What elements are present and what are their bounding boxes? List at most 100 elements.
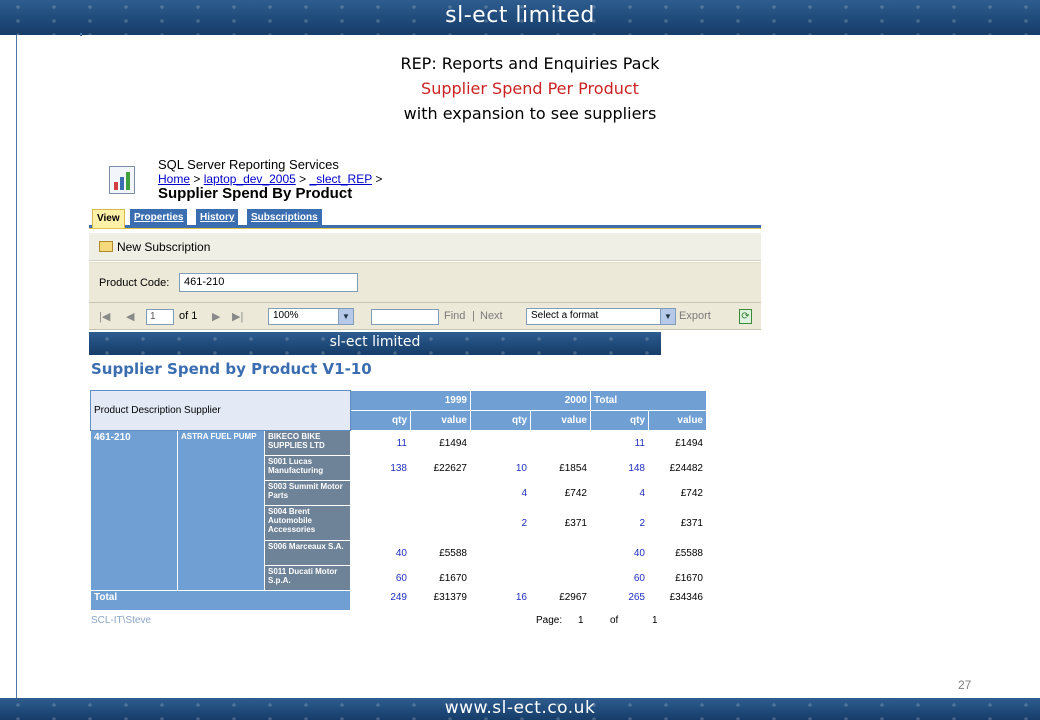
supplier-cell: S011 Ducati Motor S.p.A.: [264, 565, 351, 591]
breadcrumb-folder[interactable]: _slect_REP: [310, 172, 372, 186]
report-name: Supplier Spend By Product: [158, 185, 353, 202]
breadcrumb-sep: >: [193, 172, 201, 186]
value-2000-cell: [530, 565, 591, 591]
find-separator: |: [472, 310, 475, 322]
qty-1999-cell: 40: [350, 540, 411, 566]
value-total-cell: £5588: [648, 540, 707, 566]
total-value-1999: £31379: [410, 590, 471, 611]
slide-page-number: 27: [958, 678, 972, 692]
total-value-total: £34346: [648, 590, 707, 611]
total-value-2000: £2967: [530, 590, 591, 611]
next-page-icon[interactable]: ▶: [212, 310, 220, 323]
col-value: value: [410, 410, 471, 431]
product-code-input[interactable]: 461-210: [179, 273, 358, 292]
report-title: Supplier Spend by Product V1-10: [91, 360, 372, 378]
value-2000-cell: £1854: [530, 455, 591, 481]
zoom-select[interactable]: 100% ▼: [268, 308, 354, 325]
first-page-icon[interactable]: |◀: [99, 310, 110, 323]
breadcrumb: Home > laptop_dev_2005 > _slect_REP >: [158, 172, 382, 186]
parameters-panel: Product Code: 461-210: [89, 262, 761, 302]
header-product-description: Product Description Supplier: [90, 390, 351, 431]
col-qty: qty: [350, 410, 411, 431]
supplier-cell: S001 Lucas Manufacturing: [264, 455, 351, 481]
bottom-banner-text: www.sl-ect.co.uk: [444, 698, 596, 718]
footer-page-label: Page:: [536, 615, 563, 626]
tab-view[interactable]: View: [92, 209, 125, 229]
chevron-down-icon[interactable]: ▼: [660, 309, 675, 324]
tab-properties[interactable]: Properties: [130, 209, 188, 227]
product-code-cell[interactable]: 461-210: [90, 430, 178, 591]
qty-2000-cell: 4: [470, 480, 531, 506]
value-1999-cell: £22627: [410, 455, 471, 481]
qty-total-cell: 4: [590, 480, 649, 506]
qty-1999-cell: [350, 480, 411, 506]
qty-total-cell: 2: [590, 505, 649, 541]
page-count: of 1: [179, 310, 198, 322]
supplier-cell: S004 Brent Automobile Accessories: [264, 505, 351, 541]
breadcrumb-sep: >: [375, 172, 383, 186]
breadcrumb-sep: >: [299, 172, 307, 186]
qty-total-cell: 60: [590, 565, 649, 591]
total-label: Total: [90, 590, 351, 611]
zoom-value: 100%: [273, 310, 299, 321]
qty-2000-cell: 2: [470, 505, 531, 541]
page-number-input[interactable]: 1: [146, 309, 174, 325]
top-banner-text: sl-ect limited: [445, 3, 595, 28]
table-row: 461-210 ASTRA FUEL PUMP BIKECO BIKE SUPP…: [90, 430, 707, 591]
left-tick: [80, 33, 82, 36]
prev-page-icon[interactable]: ◀: [126, 310, 134, 323]
bottom-banner: www.sl-ect.co.uk: [0, 698, 1040, 720]
value-1999-cell: £1670: [410, 565, 471, 591]
slide-title: REP: Reports and Enquiries Pack: [400, 54, 660, 73]
col-qty: qty: [470, 410, 531, 431]
value-total-cell: £24482: [648, 455, 707, 481]
find-input[interactable]: [371, 309, 439, 325]
header-year-2000: 2000: [470, 390, 591, 411]
report-toolbar: |◀ ◀ 1 of 1 ▶ ▶| 100% ▼ Find | Next Sele…: [89, 302, 761, 330]
breadcrumb-server[interactable]: laptop_dev_2005: [204, 172, 296, 186]
value-1999-cell: [410, 505, 471, 541]
value-total-cell: £1494: [648, 430, 707, 456]
value-total-cell: £1670: [648, 565, 707, 591]
top-banner: sl-ect limited: [0, 0, 1040, 35]
new-subscription-icon[interactable]: [99, 241, 113, 252]
col-qty: qty: [590, 410, 649, 431]
qty-1999-cell: 11: [350, 430, 411, 456]
next-link[interactable]: Next: [480, 310, 503, 322]
qty-2000-cell: 10: [470, 455, 531, 481]
refresh-icon[interactable]: ⟳: [739, 309, 752, 324]
value-1999-cell: £1494: [410, 430, 471, 456]
product-code-label: Product Code:: [99, 277, 170, 289]
footer-page-count: 1: [652, 615, 658, 626]
qty-2000-cell: [470, 565, 531, 591]
footer-of-label: of: [610, 615, 619, 626]
app-name: SQL Server Reporting Services: [158, 157, 339, 172]
export-format-select[interactable]: Select a format ▼: [526, 308, 676, 325]
header-year-1999: 1999: [350, 390, 471, 411]
left-divider: [16, 35, 17, 698]
chevron-down-icon[interactable]: ▼: [338, 309, 353, 324]
export-format-value: Select a format: [531, 310, 599, 321]
qty-total-cell: 148: [590, 455, 649, 481]
new-subscription-link[interactable]: New Subscription: [117, 240, 210, 254]
supplier-cell: S006 Marceaux S.A.: [264, 540, 351, 566]
value-2000-cell: £371: [530, 505, 591, 541]
value-2000-cell: [530, 540, 591, 566]
tab-history[interactable]: History: [196, 209, 239, 227]
slide-subtitle-2: with expansion to see suppliers: [403, 104, 657, 123]
last-page-icon[interactable]: ▶|: [232, 310, 243, 323]
qty-2000-cell: [470, 540, 531, 566]
value-total-cell: £371: [648, 505, 707, 541]
breadcrumb-home[interactable]: Home: [158, 172, 190, 186]
report-banner-text: sl-ect limited: [329, 334, 421, 350]
slide-subtitle: Supplier Spend Per Product: [421, 79, 639, 98]
col-value: value: [648, 410, 707, 431]
value-total-cell: £742: [648, 480, 707, 506]
qty-total-cell: 40: [590, 540, 649, 566]
qty-1999-cell: [350, 505, 411, 541]
find-link[interactable]: Find: [444, 310, 465, 322]
supplier-cell: S003 Summit Motor Parts: [264, 480, 351, 506]
tab-bar: View Properties History Subscriptions: [89, 209, 761, 229]
tab-subscriptions[interactable]: Subscriptions: [247, 209, 322, 227]
export-link[interactable]: Export: [679, 310, 711, 322]
